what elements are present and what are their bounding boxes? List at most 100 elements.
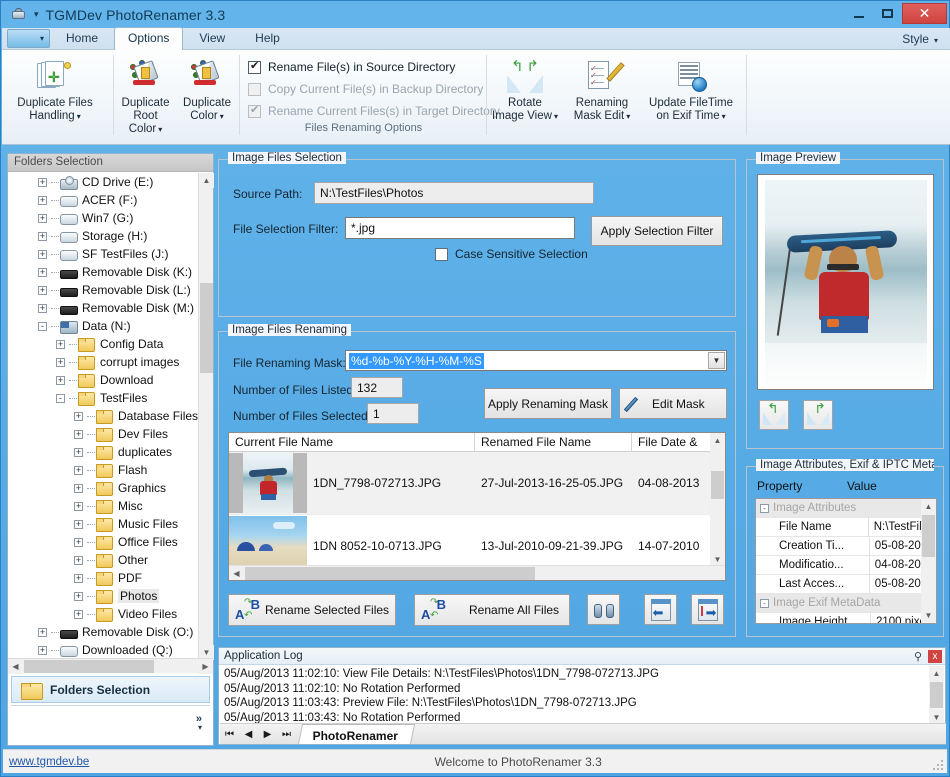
attributes-vertical-scrollbar[interactable]: ▲ ▼ xyxy=(921,499,936,623)
minimize-button[interactable] xyxy=(844,3,873,24)
resize-grip[interactable] xyxy=(933,760,943,770)
tree-node[interactable]: + Music Files xyxy=(8,515,213,533)
collapse-icon[interactable]: - xyxy=(38,321,47,331)
file-filter-input[interactable]: *.jpg xyxy=(345,217,575,239)
expand-icon[interactable]: + xyxy=(38,249,47,259)
tree-node[interactable]: - Data (N:) xyxy=(8,317,213,335)
tree-node[interactable]: + Other xyxy=(8,551,213,569)
attribute-row[interactable]: Last Acces... 05-08-201... xyxy=(756,574,936,594)
expand-icon[interactable]: + xyxy=(38,213,47,223)
collapse-icon[interactable]: - xyxy=(56,393,65,403)
maximize-button[interactable] xyxy=(873,3,902,24)
scroll-down-arrow[interactable]: ▼ xyxy=(921,608,936,623)
edit-mask-button[interactable]: Edit Mask xyxy=(619,388,727,419)
find-files-button[interactable] xyxy=(587,594,620,625)
file-list-horizontal-scrollbar[interactable]: ◀ ▶ xyxy=(229,565,725,580)
tree-node[interactable]: + Removable Disk (O:) xyxy=(8,623,213,641)
tree-node[interactable]: + Database Files xyxy=(8,407,213,425)
tree-node[interactable]: + Removable Disk (M:) xyxy=(8,299,213,317)
expand-icon[interactable]: + xyxy=(74,447,83,457)
expand-icon[interactable]: + xyxy=(74,411,83,421)
rotate-right-button[interactable]: ↱ xyxy=(803,400,833,430)
collapse-icon[interactable]: - xyxy=(760,503,769,513)
log-vertical-scrollbar[interactable]: ▲ ▼ xyxy=(929,666,944,725)
nav-pane-more-button[interactable]: » ▾ xyxy=(11,705,210,741)
case-sensitive-option[interactable]: Case Sensitive Selection xyxy=(435,247,588,261)
file-list-hscroll-thumb[interactable] xyxy=(245,567,535,580)
tab-options[interactable]: Options xyxy=(114,27,184,50)
rename-all-files-button[interactable]: AB ↷ ↶ Rename All Files xyxy=(414,594,570,626)
expand-icon[interactable]: + xyxy=(74,537,83,547)
expand-icon[interactable]: + xyxy=(74,519,83,529)
scroll-up-arrow[interactable]: ▲ xyxy=(921,499,936,514)
close-icon[interactable]: x xyxy=(928,649,942,663)
expand-icon[interactable]: + xyxy=(74,429,83,439)
tree-node[interactable]: + Photos xyxy=(8,587,213,605)
expand-icon[interactable]: + xyxy=(38,303,47,313)
apply-renaming-mask-button[interactable]: Apply Renaming Mask xyxy=(484,388,612,419)
attributes-grid[interactable]: - Image Attributes File Name N:\TestFile...… xyxy=(755,498,937,624)
expand-icon[interactable]: + xyxy=(38,645,47,655)
attribute-group-row[interactable]: - Image Attributes xyxy=(756,499,936,518)
tree-node[interactable]: + Video Files xyxy=(8,605,213,623)
source-path-field[interactable]: N:\TestFiles\Photos xyxy=(314,182,594,204)
expand-icon[interactable]: + xyxy=(56,339,65,349)
tree-node[interactable]: + Graphics xyxy=(8,479,213,497)
log-scroll-thumb[interactable] xyxy=(930,682,943,708)
expand-icon[interactable]: + xyxy=(74,591,83,601)
expand-icon[interactable]: + xyxy=(74,465,83,475)
tree-hscroll-thumb[interactable] xyxy=(24,660,154,673)
scroll-right-arrow[interactable]: ▶ xyxy=(198,658,213,674)
nav-previous-button[interactable]: ◀ xyxy=(239,729,258,740)
scroll-up-arrow[interactable]: ▲ xyxy=(199,173,214,188)
tree-node[interactable]: - TestFiles xyxy=(8,389,213,407)
tab-view[interactable]: View xyxy=(185,27,239,49)
tree-node[interactable]: + Dev Files xyxy=(8,425,213,443)
expand-icon[interactable]: + xyxy=(74,609,83,619)
expand-icon[interactable]: + xyxy=(74,555,83,565)
attribute-row[interactable]: Image Height 2100 pixels xyxy=(756,612,936,623)
scroll-up-arrow[interactable]: ▲ xyxy=(710,433,725,448)
file-list[interactable]: Current File Name Renamed File Name File… xyxy=(228,432,726,581)
tree-node[interactable]: + Office Files xyxy=(8,533,213,551)
tree-vertical-scrollbar[interactable]: ▲ ▼ xyxy=(198,173,214,660)
nav-first-button[interactable]: ⏮ xyxy=(220,729,239,740)
expand-icon[interactable]: + xyxy=(74,573,83,583)
column-renamed-file-name[interactable]: Renamed File Name xyxy=(475,433,632,452)
duplicate-root-color-button[interactable]: Duplicate Root Color ▾ xyxy=(114,54,177,136)
attribute-row[interactable]: Modificatio... 04-08-201... xyxy=(756,555,936,575)
table-row[interactable]: 1DN_7798-072713.JPG 27-Jul-2013-16-25-05… xyxy=(229,452,725,515)
tree-node[interactable]: + Removable Disk (K:) xyxy=(8,263,213,281)
expand-icon[interactable]: + xyxy=(38,177,47,187)
quick-access-toolbar-arrow[interactable]: ▾ xyxy=(34,10,39,19)
rotate-left-button[interactable]: ↰ xyxy=(759,400,789,430)
tree-scroll-thumb[interactable] xyxy=(200,283,213,373)
nav-last-button[interactable]: ⏭ xyxy=(277,729,296,740)
attribute-group-row[interactable]: - Image Exif MetaData xyxy=(756,594,936,613)
style-dropdown[interactable]: Style ▾ xyxy=(902,32,938,46)
expand-icon[interactable]: + xyxy=(38,627,47,637)
tree-node[interactable]: + CD Drive (E:) xyxy=(8,173,213,191)
scroll-left-arrow[interactable]: ◀ xyxy=(8,658,23,674)
expand-icon[interactable]: + xyxy=(74,501,83,511)
chevron-down-icon[interactable]: ▼ xyxy=(708,352,725,369)
tab-help[interactable]: Help xyxy=(241,27,294,49)
document-tab-photorenamer[interactable]: PhotoRenamer xyxy=(297,724,416,744)
file-list-scroll-thumb[interactable] xyxy=(711,471,724,499)
tree-node[interactable]: + Download xyxy=(8,371,213,389)
tree-horizontal-scrollbar[interactable]: ◀ ▶ xyxy=(8,658,213,674)
nav-next-button[interactable]: ▶ xyxy=(258,729,277,740)
folder-tree[interactable]: + CD Drive (E:) + ACER (F:) + Win7 (G:) + Stora… xyxy=(8,173,213,660)
tree-node[interactable]: + Removable Disk (L:) xyxy=(8,281,213,299)
tab-home[interactable]: Home xyxy=(52,27,112,49)
case-sensitive-checkbox[interactable] xyxy=(435,247,448,261)
tree-node[interactable]: + Win7 (G:) xyxy=(8,209,213,227)
attributes-scroll-thumb[interactable] xyxy=(922,515,935,557)
column-file-date[interactable]: File Date & xyxy=(632,433,712,452)
tree-node[interactable]: + Downloaded (Q:) xyxy=(8,641,213,659)
duplicate-files-handling-button[interactable]: ✛ Duplicate Files Handling ▾ xyxy=(2,54,108,123)
checkbox-rename-source[interactable] xyxy=(248,59,261,74)
scroll-left-arrow[interactable]: ◀ xyxy=(229,566,244,580)
tree-node[interactable]: + Misc xyxy=(8,497,213,515)
tree-node[interactable]: + Config Data xyxy=(8,335,213,353)
